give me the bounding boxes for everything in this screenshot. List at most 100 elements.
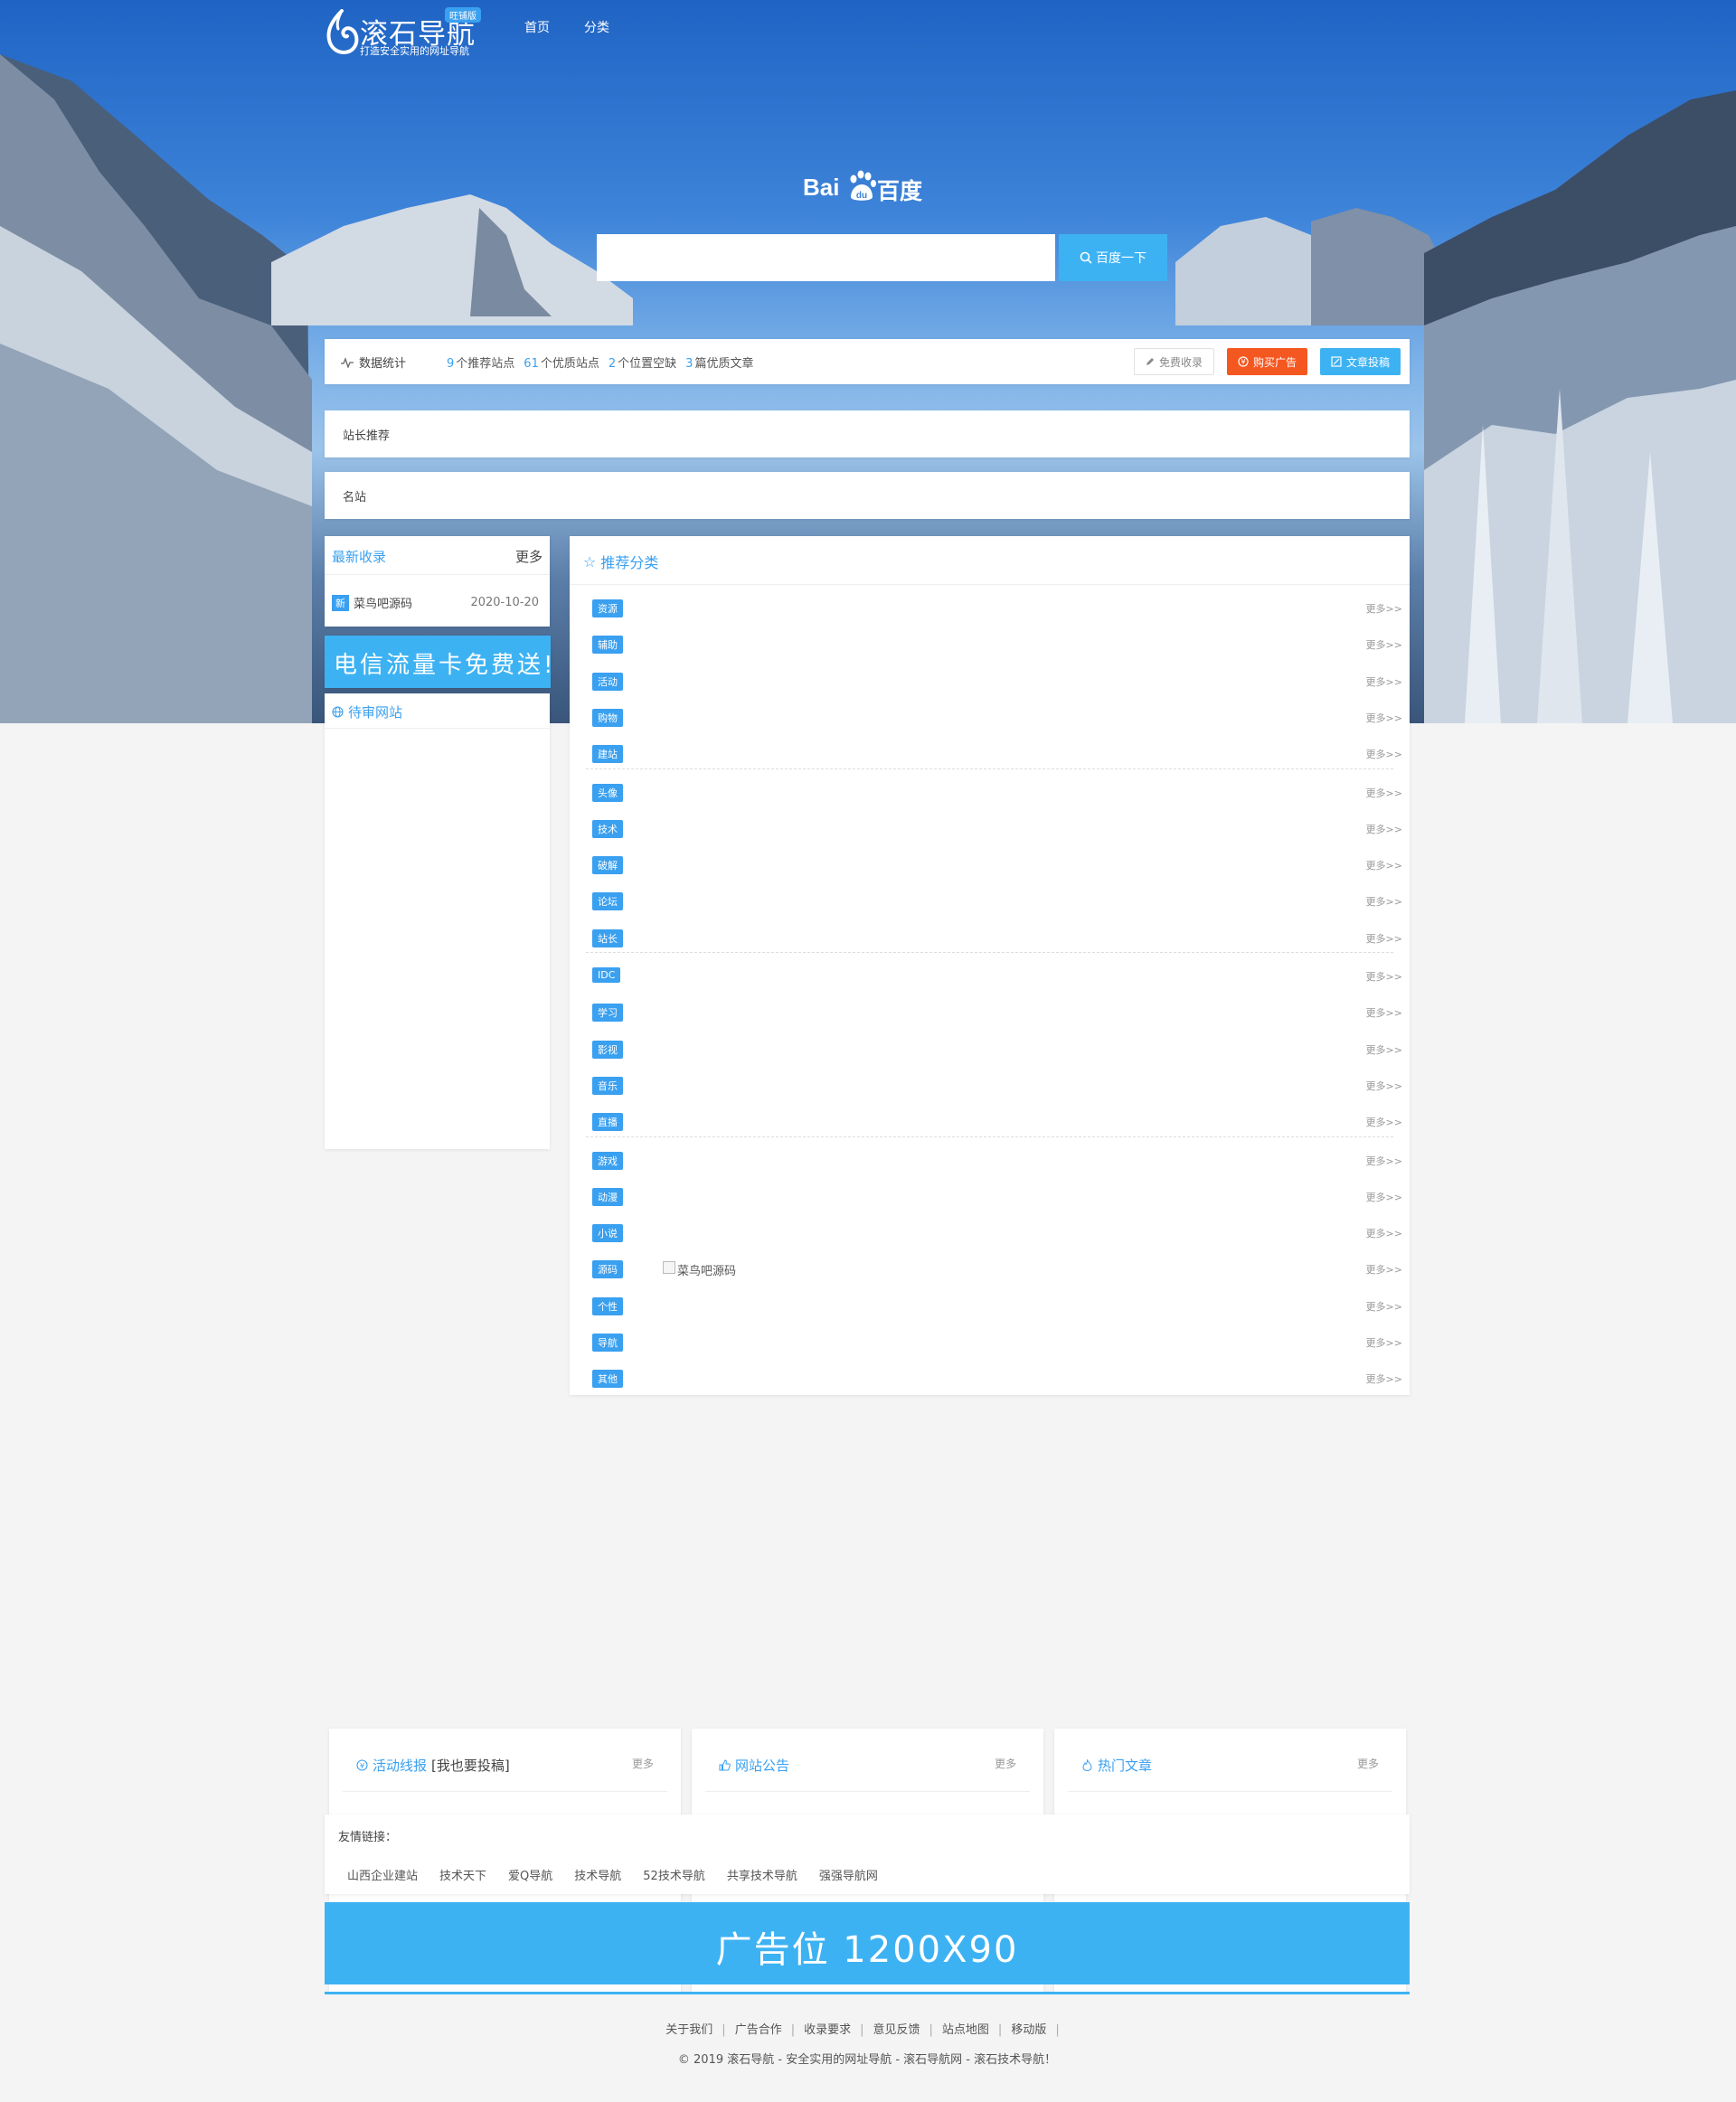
- recommend-bar-title: 站长推荐: [343, 429, 391, 443]
- nav-home[interactable]: 首页: [524, 18, 550, 36]
- activity-more-link[interactable]: 更多: [632, 1756, 654, 1771]
- new-badge: 新: [332, 594, 349, 611]
- category-more-link[interactable]: 更多>>: [1366, 1299, 1402, 1314]
- free-submit-button[interactable]: 免费收录: [1133, 348, 1214, 375]
- footer-link-about[interactable]: 关于我们: [665, 2023, 712, 2037]
- category-tag[interactable]: 活动: [592, 672, 623, 691]
- category-tag[interactable]: IDC: [592, 967, 621, 983]
- category-tag[interactable]: 个性: [592, 1296, 623, 1315]
- category-more-link[interactable]: 更多>>: [1366, 969, 1402, 984]
- stat-item: 3 篇优质文章: [685, 353, 753, 371]
- category-tag[interactable]: 源码: [592, 1260, 623, 1279]
- nav-category[interactable]: 分类: [584, 18, 609, 36]
- free-submit-label: 免费收录: [1158, 355, 1203, 369]
- category-more-link[interactable]: 更多>>: [1366, 1042, 1402, 1057]
- friend-link[interactable]: 技术天下: [439, 1866, 486, 1883]
- logo-badge: 旺铺版: [445, 7, 481, 23]
- friend-link[interactable]: 共享技术导航: [727, 1866, 797, 1883]
- category-tag[interactable]: 建站: [592, 745, 623, 764]
- stats-items: 9 个推荐站点 61 个优质站点 2 个位置空缺 3 篇优质文章: [447, 353, 753, 371]
- category-row: 头像 更多>>: [592, 783, 1402, 804]
- baidu-paw-icon: du: [850, 170, 876, 201]
- footer-link-requirements[interactable]: 收录要求: [804, 2023, 851, 2037]
- category-tag[interactable]: 辅助: [592, 636, 623, 655]
- category-more-link[interactable]: 更多>>: [1366, 894, 1402, 909]
- latest-more-link[interactable]: 更多: [515, 547, 542, 566]
- category-tag[interactable]: 站长: [592, 928, 623, 947]
- category-tag[interactable]: 学习: [592, 1004, 623, 1023]
- footer-link-ads[interactable]: 广告合作: [735, 2023, 782, 2037]
- stat-item: 61 个优质站点: [524, 353, 599, 371]
- category-tag[interactable]: 头像: [592, 783, 623, 802]
- category-more-link[interactable]: 更多>>: [1366, 931, 1402, 946]
- footer-link-mobile[interactable]: 移动版: [1011, 2023, 1046, 2037]
- category-more-link[interactable]: 更多>>: [1366, 786, 1402, 800]
- category-tag[interactable]: 影视: [592, 1040, 623, 1059]
- category-tag[interactable]: 游戏: [592, 1151, 623, 1170]
- category-row: IDC 更多>>: [592, 967, 1402, 987]
- category-more-link[interactable]: 更多>>: [1366, 1005, 1402, 1020]
- category-tag[interactable]: 导航: [592, 1334, 623, 1352]
- category-tag[interactable]: 技术: [592, 819, 623, 838]
- footer-copyright: © 2019 滚石导航 - 安全实用的网址导航 - 滚石导航网 - 滚石技术导航…: [677, 2053, 1057, 2067]
- category-row: 建站 更多>>: [592, 745, 1402, 765]
- post-article-button[interactable]: 文章投稿: [1319, 348, 1401, 375]
- friend-link[interactable]: 52技术导航: [643, 1866, 705, 1883]
- divider: [325, 728, 550, 729]
- friend-link[interactable]: 强强导航网: [819, 1866, 878, 1883]
- category-more-link[interactable]: 更多>>: [1366, 1262, 1402, 1277]
- hot-articles-more-link[interactable]: 更多: [1357, 1756, 1379, 1771]
- stat-number: 2: [608, 357, 617, 371]
- category-more-link[interactable]: 更多>>: [1366, 674, 1402, 689]
- pending-title: 待审网站: [348, 704, 403, 721]
- category-more-link[interactable]: 更多>>: [1366, 1226, 1402, 1240]
- category-more-link[interactable]: 更多>>: [1366, 601, 1402, 616]
- category-tag[interactable]: 购物: [592, 708, 623, 727]
- category-tag[interactable]: 破解: [592, 856, 623, 875]
- category-more-link[interactable]: 更多>>: [1366, 1190, 1402, 1204]
- footer-link-feedback[interactable]: 意见反馈: [873, 2023, 920, 2037]
- friend-link[interactable]: 山西企业建站: [347, 1866, 418, 1883]
- category-tag[interactable]: 小说: [592, 1224, 623, 1243]
- category-more-link[interactable]: 更多>>: [1366, 1079, 1402, 1093]
- category-more-link[interactable]: 更多>>: [1366, 858, 1402, 872]
- category-tag[interactable]: 动漫: [592, 1187, 623, 1206]
- category-more-link[interactable]: 更多>>: [1366, 1335, 1402, 1350]
- divider: [570, 584, 1410, 585]
- category-tag[interactable]: 音乐: [592, 1076, 623, 1095]
- logo-flame-icon: [326, 9, 359, 54]
- list-item[interactable]: 新 菜鸟吧源码 2020-10-20: [332, 594, 539, 611]
- edit-note-icon: [1331, 356, 1342, 367]
- latest-title: 最新收录: [332, 549, 387, 565]
- category-tag[interactable]: 论坛: [592, 892, 623, 911]
- footer: 关于我们 | 广告合作 | 收录要求 | 意见反馈 | 站点地图 | 移动版 | © 2019 滚石导…: [325, 1992, 1410, 2102]
- friend-link[interactable]: 技术导航: [574, 1866, 621, 1883]
- star-icon: ☆: [583, 552, 597, 570]
- site-logo[interactable]: 滚石导航 旺铺版 打造安全实用的网址导航: [324, 7, 486, 58]
- pulse-icon: [341, 356, 354, 368]
- notice-more-link[interactable]: 更多: [995, 1756, 1016, 1771]
- category-more-link[interactable]: 更多>>: [1366, 822, 1402, 836]
- category-tag[interactable]: 其他: [592, 1370, 623, 1389]
- category-more-link[interactable]: 更多>>: [1366, 1371, 1402, 1386]
- globe-icon: [332, 706, 344, 718]
- category-more-link[interactable]: 更多>>: [1366, 747, 1402, 761]
- separator: |: [790, 2023, 796, 2037]
- category-more-link[interactable]: 更多>>: [1366, 637, 1402, 652]
- friend-link[interactable]: 爱Q导航: [508, 1866, 552, 1883]
- footer-link-sitemap[interactable]: 站点地图: [942, 2023, 989, 2037]
- category-row: 站长 更多>>: [592, 928, 1402, 949]
- stats-label: 数据统计: [341, 353, 406, 371]
- search-button[interactable]: 百度一下: [1059, 234, 1167, 281]
- category-tag[interactable]: 资源: [592, 599, 623, 617]
- ad-card[interactable]: 电信流量卡免费送!: [325, 636, 552, 688]
- contribute-link[interactable]: [我也要投稿]: [431, 1756, 510, 1775]
- stat-number: 3: [685, 357, 693, 371]
- search-input[interactable]: [597, 234, 1055, 281]
- category-more-link[interactable]: 更多>>: [1366, 711, 1402, 725]
- category-more-link[interactable]: 更多>>: [1366, 1115, 1402, 1129]
- category-more-link[interactable]: 更多>>: [1366, 1154, 1402, 1168]
- buy-ad-button[interactable]: ¥ 购买广告: [1226, 348, 1307, 375]
- ad-banner[interactable]: 广告位 1200X90: [325, 1902, 1410, 1984]
- category-tag[interactable]: 直播: [592, 1113, 623, 1132]
